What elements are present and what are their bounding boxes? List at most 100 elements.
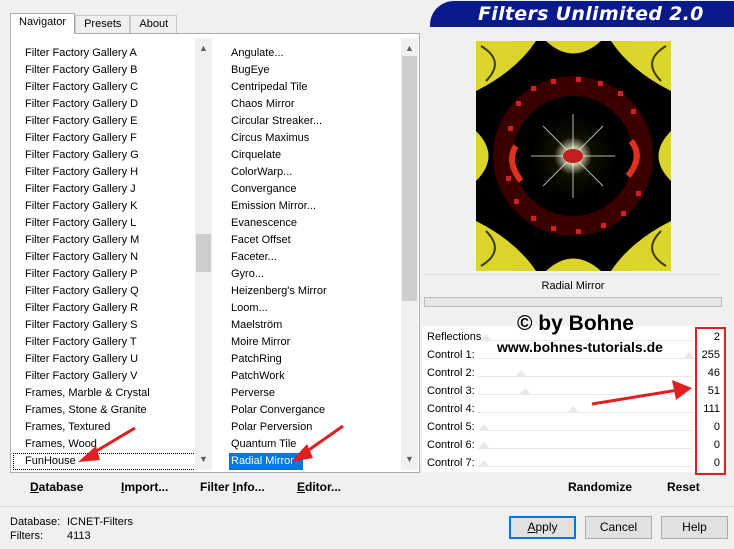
filter-list-item[interactable]: PatchWork (219, 368, 418, 385)
category-list-item[interactable]: Filter Factory Gallery B (13, 62, 212, 79)
filter-list-item[interactable]: Chaos Mirror (219, 96, 418, 113)
filter-scroll-thumb[interactable] (402, 56, 417, 301)
category-list-item[interactable]: Filter Factory Gallery G (13, 147, 212, 164)
filter-list-item[interactable]: Maelström (219, 317, 418, 334)
category-list-item[interactable]: Frames, Wood (13, 436, 212, 453)
filter-list-item[interactable]: Gyro... (219, 266, 418, 283)
control-value: 255 (701, 349, 720, 361)
category-list-item[interactable]: Filter Factory Gallery L (13, 215, 212, 232)
control-slider-knob[interactable] (514, 370, 527, 377)
category-list-item[interactable]: Filter Factory Gallery E (13, 113, 212, 130)
control-slider-knob[interactable] (478, 460, 490, 467)
control-slider-track[interactable] (478, 376, 693, 377)
category-list-item[interactable]: Filter Factory Gallery K (13, 198, 212, 215)
control-value: 2 (713, 331, 720, 343)
control-slider-knob[interactable] (478, 442, 490, 449)
help-button[interactable]: Help (661, 516, 728, 539)
category-list-item[interactable]: Filter Factory Gallery R (13, 300, 212, 317)
control-slider-track[interactable] (478, 448, 693, 449)
category-scrollbar[interactable]: ▲ ▼ (195, 38, 212, 470)
control-row[interactable]: Control 4: 111 (423, 400, 723, 418)
control-slider-knob[interactable] (519, 388, 531, 395)
scroll-down-icon[interactable]: ▼ (401, 451, 418, 468)
app-banner: Filters Unlimited 2.0 (430, 1, 734, 27)
control-slider-track[interactable] (478, 412, 693, 413)
randomize-button[interactable]: Randomize (568, 480, 632, 494)
control-slider-track[interactable] (478, 358, 693, 359)
scroll-down-icon[interactable]: ▼ (195, 451, 212, 468)
category-list-item[interactable]: Frames, Textured (13, 419, 212, 436)
filter-list-item[interactable]: Quantum Tile (219, 436, 418, 453)
tab-about[interactable]: About (130, 15, 178, 34)
filter-list-item[interactable]: Faceter... (219, 249, 418, 266)
category-list-item[interactable]: Filter Factory Gallery N (13, 249, 212, 266)
editor-button-label: ditor... (305, 480, 342, 494)
control-row[interactable]: Control 2: 46 (423, 364, 723, 382)
category-list-item[interactable]: Frames, Marble & Crystal (13, 385, 212, 402)
control-slider-knob[interactable] (567, 406, 580, 413)
tab-presets[interactable]: Presets (75, 15, 131, 34)
control-slider-track[interactable] (478, 466, 693, 467)
filter-list-item[interactable]: Facet Offset (219, 232, 418, 249)
tab-navigator[interactable]: Navigator (10, 13, 76, 34)
control-slider-track[interactable] (478, 394, 693, 395)
database-button[interactable]: Database (30, 480, 83, 496)
filter-list-item[interactable]: Perverse (219, 385, 418, 402)
category-list-item[interactable]: Filter Factory Gallery P (13, 266, 212, 283)
control-value: 51 (707, 385, 720, 397)
reset-button[interactable]: Reset (667, 480, 700, 494)
category-list-item[interactable]: Filter Factory Gallery T (13, 334, 212, 351)
control-row[interactable]: Control 6: 0 (423, 436, 723, 454)
category-list-item[interactable]: Filter Factory Gallery F (13, 130, 212, 147)
category-list-item[interactable]: Filter Factory Gallery D (13, 96, 212, 113)
filter-list-item[interactable]: Circus Maximus (219, 130, 418, 147)
category-list-item[interactable]: Filter Factory Gallery V (13, 368, 212, 385)
category-scroll-thumb[interactable] (196, 234, 211, 272)
filter-list-item[interactable]: PatchRing (219, 351, 418, 368)
control-slider-knob[interactable] (478, 424, 490, 431)
control-slider-knob[interactable] (479, 334, 492, 341)
category-list-item[interactable]: Filter Factory Gallery C (13, 79, 212, 96)
filter-list-item[interactable]: Heizenberg's Mirror (219, 283, 418, 300)
apply-button[interactable]: Apply (509, 516, 576, 539)
filter-list-item[interactable]: Polar Perversion (219, 419, 418, 436)
category-list-item[interactable]: Filter Factory Gallery U (13, 351, 212, 368)
control-row[interactable]: Control 5: 0 (423, 418, 723, 436)
control-slider-knob[interactable] (683, 352, 695, 359)
filter-info-button[interactable]: Filter Info... (200, 480, 265, 496)
import-button[interactable]: Import... (121, 480, 168, 496)
scroll-up-icon[interactable]: ▲ (195, 40, 212, 57)
filter-list-item[interactable]: Radial Mirror (229, 453, 303, 470)
filter-list-item[interactable]: ColorWarp... (219, 164, 418, 181)
category-list-item[interactable]: Filter Factory Gallery H (13, 164, 212, 181)
filter-list-item[interactable]: Circular Streaker... (219, 113, 418, 130)
filter-list-item[interactable]: Centripedal Tile (219, 79, 418, 96)
category-list-item[interactable]: Filter Factory Gallery M (13, 232, 212, 249)
import-button-label: mport... (124, 480, 169, 494)
filter-list-item[interactable]: Emission Mirror... (219, 198, 418, 215)
filter-list-item[interactable]: Moire Mirror (219, 334, 418, 351)
editor-button[interactable]: Editor... (297, 480, 341, 496)
category-list[interactable]: Filter Factory Gallery A Filter Factory G… (13, 38, 212, 470)
filter-list[interactable]: Angulate... BugEye Centripedal Tile Chaos M… (219, 38, 418, 470)
control-row[interactable]: Control 7: 0 (423, 454, 723, 472)
filter-list-item[interactable]: Angulate... (219, 45, 418, 62)
filter-list-item[interactable]: Convergance (219, 181, 418, 198)
preview-filter-name: Radial Mirror (424, 274, 722, 296)
category-list-item[interactable]: Filter Factory Gallery J (13, 181, 212, 198)
category-list-item[interactable]: Filter Factory Gallery S (13, 317, 212, 334)
category-list-item[interactable]: Filter Factory Gallery A (13, 45, 212, 62)
filter-list-item[interactable]: Cirquelate (219, 147, 418, 164)
filter-list-item[interactable]: Evanescence (219, 215, 418, 232)
cancel-button[interactable]: Cancel (585, 516, 652, 539)
filter-list-item[interactable]: BugEye (219, 62, 418, 79)
category-list-item[interactable]: Frames, Stone & Granite (13, 402, 212, 419)
filter-list-item[interactable]: Polar Convergance (219, 402, 418, 419)
filter-list-item[interactable]: Loom... (219, 300, 418, 317)
category-list-item[interactable]: FunHouse (13, 453, 212, 470)
scroll-up-icon[interactable]: ▲ (401, 40, 418, 57)
filter-scrollbar[interactable]: ▲ ▼ (401, 38, 418, 470)
control-slider-track[interactable] (478, 430, 693, 431)
category-list-item[interactable]: Filter Factory Gallery Q (13, 283, 212, 300)
control-row[interactable]: Control 3: 51 (423, 382, 723, 400)
